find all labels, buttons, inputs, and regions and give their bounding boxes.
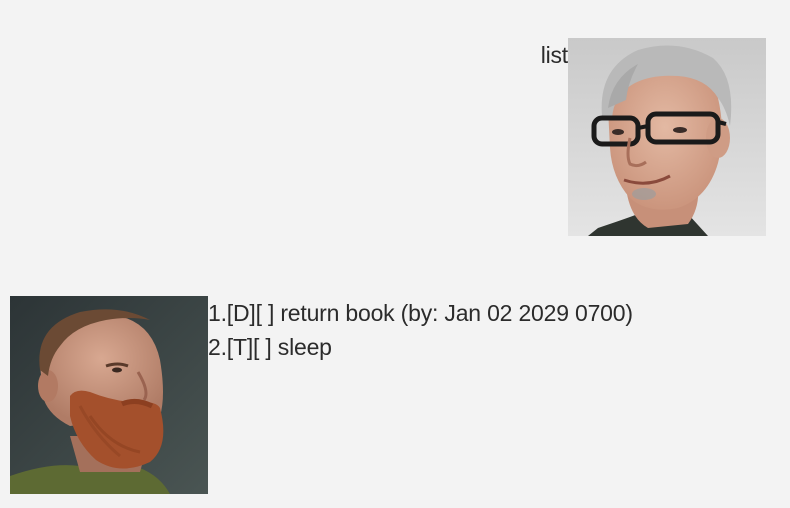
- bot-message-text: 1.[D][ ] return book (by: Jan 02 2029 07…: [208, 296, 633, 364]
- user-dialog-box: list: [541, 38, 766, 236]
- user-avatar: [568, 38, 766, 236]
- task-line-1: 1.[D][ ] return book (by: Jan 02 2029 07…: [208, 300, 633, 326]
- user-message-label: list: [540, 42, 569, 68]
- task-line-2: 2.[T][ ] sleep: [208, 334, 332, 360]
- bot-avatar: [10, 296, 208, 494]
- bot-dialog-box: 1.[D][ ] return book (by: Jan 02 2029 07…: [10, 296, 633, 494]
